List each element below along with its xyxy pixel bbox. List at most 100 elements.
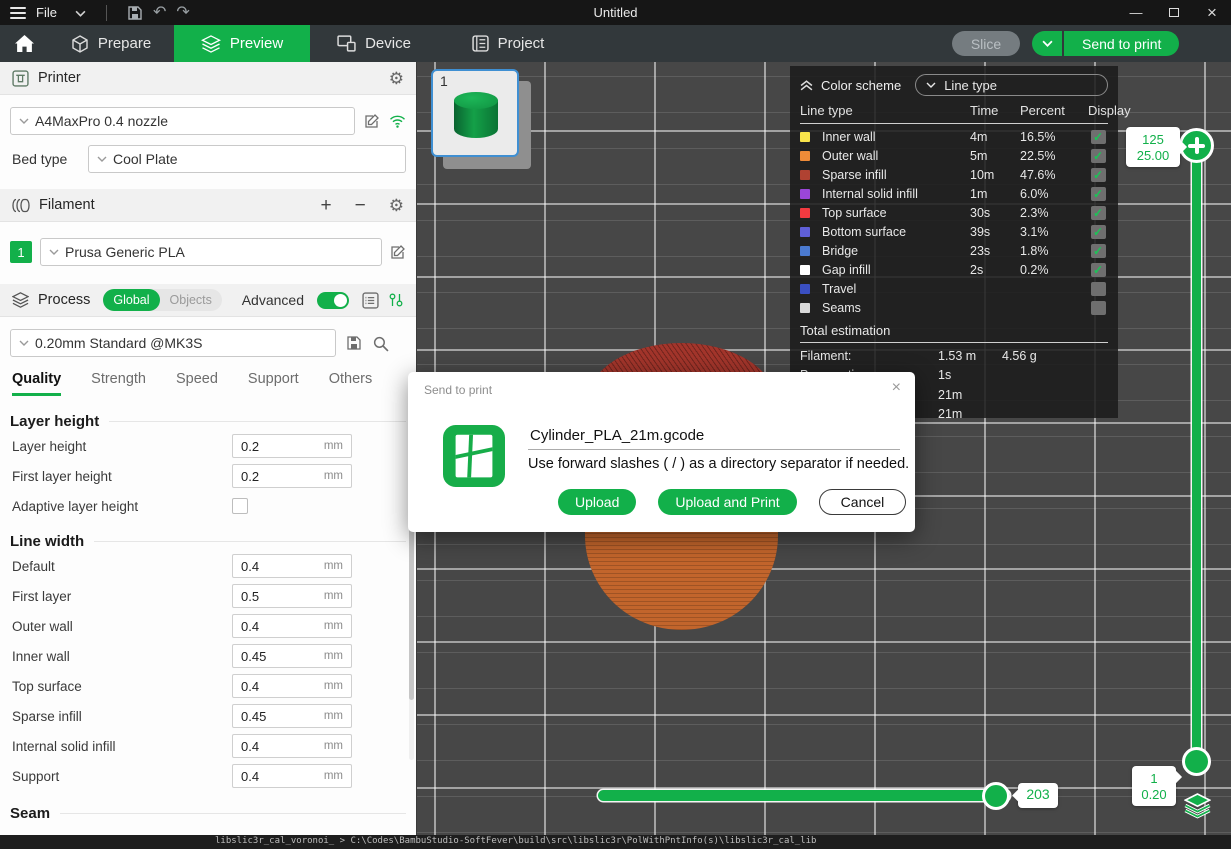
tab-quality[interactable]: Quality <box>12 371 61 396</box>
scope-global[interactable]: Global <box>103 289 159 311</box>
cancel-button[interactable]: Cancel <box>819 489 907 515</box>
process-preset-select[interactable]: 0.20mm Standard @MK3S <box>10 329 336 357</box>
remove-filament-button[interactable]: − <box>355 196 366 215</box>
printer-preset-select[interactable]: A4MaxPro 0.4 nozzle <box>10 107 355 135</box>
edit-printer-icon[interactable] <box>364 113 380 129</box>
setting-row: Layer height 0.2 mm <box>0 431 416 461</box>
send-to-print-dialog: Send to print × Cylinder_PLA_21m.gcode U… <box>408 372 915 532</box>
line-width-sparse-infill-input[interactable]: 0.45 mm <box>232 704 352 728</box>
upload-button[interactable]: Upload <box>558 489 636 515</box>
project-icon <box>472 35 489 52</box>
file-menu-chevron-icon[interactable] <box>75 4 86 22</box>
tab-preview[interactable]: Preview <box>174 25 310 62</box>
edit-filament-icon[interactable] <box>390 244 406 260</box>
step-slider-track[interactable] <box>598 790 1010 801</box>
tab-support[interactable]: Support <box>248 371 299 393</box>
adaptive-layer-height-checkbox[interactable] <box>232 498 248 514</box>
setting-row: Outer wall 0.4 mm <box>0 611 416 641</box>
maximize-button[interactable] <box>1155 0 1193 25</box>
close-button[interactable]: × <box>1193 0 1231 25</box>
search-icon[interactable] <box>372 335 389 352</box>
dialog-close-icon[interactable]: × <box>892 379 901 397</box>
line-width-inner-wall-input[interactable]: 0.45 mm <box>232 644 352 668</box>
line-width-support-input[interactable]: 0.4 mm <box>232 764 352 788</box>
process-scope-toggle[interactable]: Global Objects <box>103 289 222 311</box>
send-options-dropdown[interactable] <box>1032 31 1062 56</box>
color-scheme-label: Color scheme <box>821 78 901 93</box>
minimize-button[interactable]: — <box>1117 0 1155 25</box>
tab-project[interactable]: Project <box>438 25 578 62</box>
collapse-chevrons-icon[interactable] <box>800 80 813 91</box>
color-swatch <box>800 303 810 313</box>
legend-row: Bottom surface 39s 3.1% ✓ <box>800 222 1108 241</box>
color-swatch <box>800 151 810 161</box>
first-layer-height-input[interactable]: 0.2 mm <box>232 464 352 488</box>
save-preset-icon[interactable] <box>346 335 362 351</box>
filament-preset-select[interactable]: Prusa Generic PLA <box>40 238 382 266</box>
filename-input[interactable]: Cylinder_PLA_21m.gcode <box>528 424 900 450</box>
legend-row: Inner wall 4m 16.5% ✓ <box>800 127 1108 146</box>
chevron-down-icon <box>19 118 29 124</box>
layers-mode-icon[interactable] <box>1184 792 1211 819</box>
advanced-label: Advanced <box>242 292 304 308</box>
filament-section-header: Filament + − ⚙ <box>0 189 416 222</box>
setting-row: Sparse infill 0.45 mm <box>0 701 416 731</box>
add-filament-button[interactable]: + <box>321 196 332 215</box>
file-menu[interactable]: File <box>36 5 57 20</box>
line-width-outer-wall-input[interactable]: 0.4 mm <box>232 614 352 638</box>
tab-others[interactable]: Others <box>329 371 373 393</box>
preview-legend-panel: Color scheme Line type Line type Time Pe… <box>790 66 1118 418</box>
filament-slot-badge[interactable]: 1 <box>10 241 32 263</box>
menu-icon[interactable] <box>10 7 26 19</box>
layer-height-input[interactable]: 0.2 mm <box>232 434 352 458</box>
send-to-print-group: Send to print <box>1032 31 1179 56</box>
parameter-list-icon[interactable] <box>362 292 379 309</box>
step-slider-handle[interactable] <box>982 782 1010 810</box>
wifi-icon[interactable] <box>389 115 406 128</box>
line-width-top-surface-input[interactable]: 0.4 mm <box>232 674 352 698</box>
display-checkbox[interactable] <box>1091 282 1106 296</box>
display-checkbox[interactable]: ✓ <box>1091 149 1106 163</box>
redo-icon[interactable]: ↷ <box>176 5 189 21</box>
tab-speed[interactable]: Speed <box>176 371 218 393</box>
save-icon[interactable] <box>127 5 143 21</box>
line-width-first-layer-input[interactable]: 0.5 mm <box>232 584 352 608</box>
display-checkbox[interactable]: ✓ <box>1091 225 1106 239</box>
layer-slider-track[interactable] <box>1192 146 1201 762</box>
display-checkbox[interactable]: ✓ <box>1091 206 1106 220</box>
display-checkbox[interactable]: ✓ <box>1091 187 1106 201</box>
home-button[interactable] <box>0 25 48 62</box>
display-checkbox[interactable] <box>1091 301 1106 315</box>
bed-type-select[interactable]: Cool Plate <box>88 145 406 173</box>
view-mode-select[interactable]: Line type <box>915 74 1108 96</box>
color-swatch <box>800 246 810 256</box>
printer-host-logo <box>443 425 505 487</box>
layer-slider-bottom-handle[interactable] <box>1182 747 1211 776</box>
filename-hint: Use forward slashes ( / ) as a directory… <box>528 456 909 472</box>
legend-row: Sparse infill 10m 47.6% ✓ <box>800 165 1108 184</box>
color-swatch <box>800 132 810 142</box>
scope-objects[interactable]: Objects <box>160 293 222 307</box>
line-width-internal-solid-input[interactable]: 0.4 mm <box>232 734 352 758</box>
filament-settings-gear-icon[interactable]: ⚙ <box>389 197 404 214</box>
undo-icon[interactable]: ↶ <box>153 5 166 21</box>
color-swatch <box>800 170 810 180</box>
tab-prepare[interactable]: Prepare <box>48 25 174 62</box>
line-width-default-input[interactable]: 0.4 mm <box>232 554 352 578</box>
tab-device[interactable]: Device <box>310 25 438 62</box>
tab-strength[interactable]: Strength <box>91 371 146 393</box>
advanced-toggle[interactable] <box>317 292 349 309</box>
tune-params-icon[interactable] <box>388 292 404 308</box>
send-to-print-button[interactable]: Send to print <box>1064 31 1179 56</box>
filament-spool-icon <box>12 198 30 213</box>
printer-settings-gear-icon[interactable]: ⚙ <box>389 70 404 87</box>
display-checkbox[interactable]: ✓ <box>1091 168 1106 182</box>
display-checkbox[interactable]: ✓ <box>1091 130 1106 144</box>
display-checkbox[interactable]: ✓ <box>1091 244 1106 258</box>
layer-slider-top-tooltip: 125 25.00 <box>1126 127 1180 167</box>
display-checkbox[interactable]: ✓ <box>1091 263 1106 277</box>
slice-button[interactable]: Slice <box>952 31 1020 56</box>
plate-thumbnail[interactable]: 1 <box>431 69 519 157</box>
chevron-down-icon <box>926 82 936 88</box>
upload-and-print-button[interactable]: Upload and Print <box>658 489 796 515</box>
